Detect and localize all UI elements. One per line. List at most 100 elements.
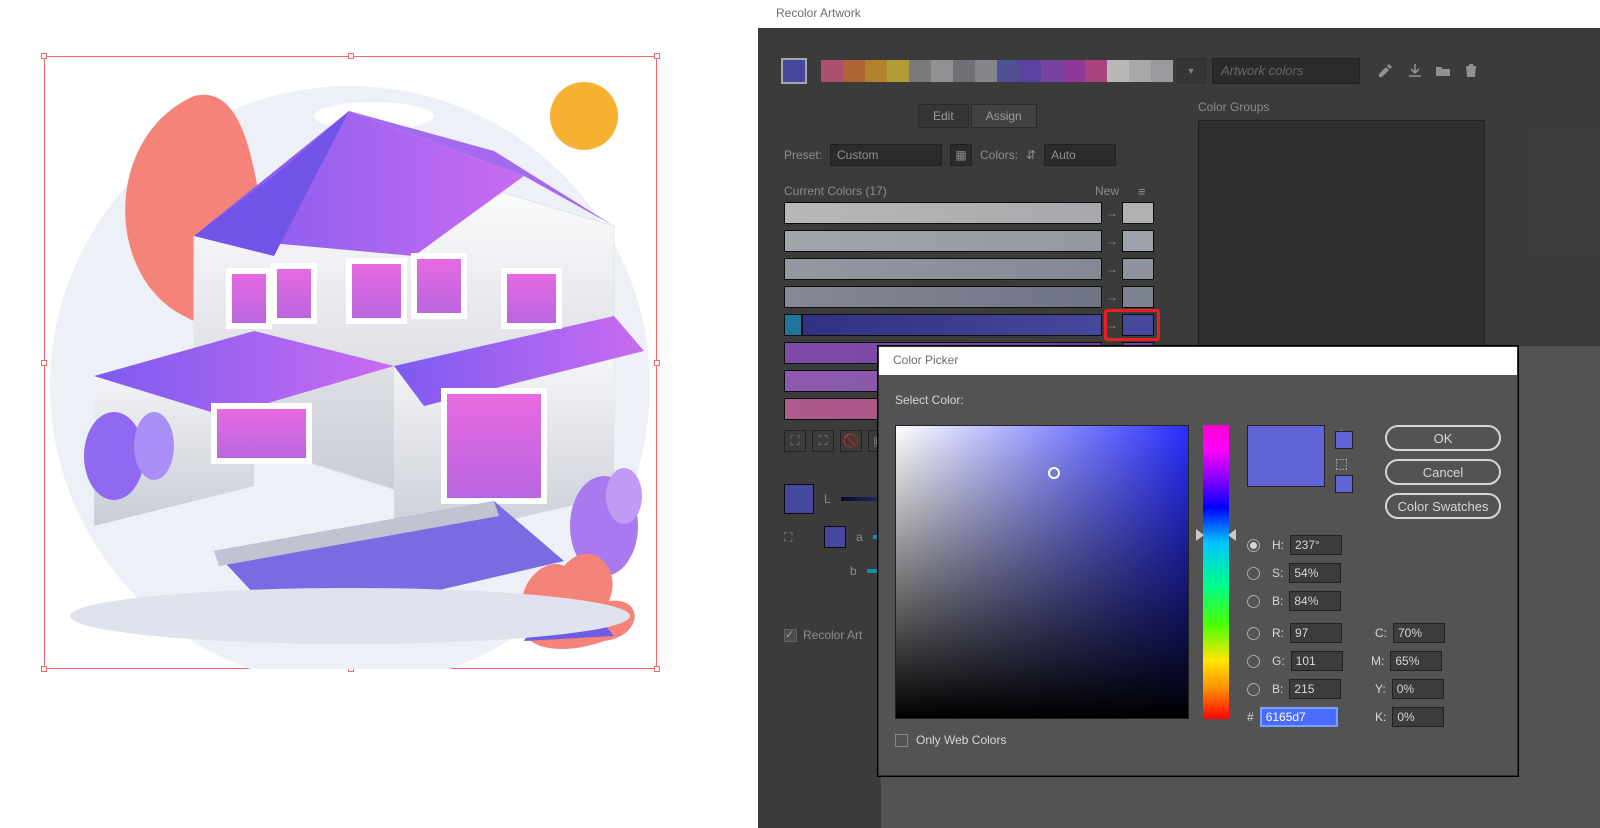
ok-button[interactable]: OK (1385, 425, 1501, 451)
gamut-swatch[interactable] (1335, 431, 1353, 449)
select-color-label: Select Color: (895, 393, 1501, 407)
checkbox-icon[interactable] (784, 629, 797, 642)
swatch[interactable] (887, 60, 909, 82)
tab-edit[interactable]: Edit (918, 104, 969, 128)
websafe-swatch[interactable] (1335, 475, 1353, 493)
hex-row: # (1247, 707, 1338, 727)
k-input[interactable] (1392, 707, 1444, 727)
websafe-cube-icon[interactable]: ⬚ (1335, 455, 1348, 472)
hue-bar[interactable] (1203, 425, 1229, 719)
arrow-icon: → (1106, 290, 1118, 304)
preset-options-icon[interactable]: ▦ (950, 144, 972, 166)
cancel-button[interactable]: Cancel (1385, 459, 1501, 485)
house-illustration (44, 56, 657, 669)
picker-title: Color Picker (879, 347, 1517, 375)
only-web-colors-checkbox[interactable]: Only Web Colors (895, 733, 1006, 747)
swatch[interactable] (843, 60, 865, 82)
r-radio[interactable] (1247, 627, 1260, 640)
color-row[interactable]: → (784, 286, 1154, 308)
swatch[interactable] (1085, 60, 1107, 82)
g-row: G: (1247, 651, 1343, 671)
tabs: Edit Assign (918, 104, 1037, 128)
swatch[interactable] (1041, 60, 1063, 82)
g-input[interactable] (1291, 651, 1343, 671)
tab-assign[interactable]: Assign (971, 104, 1037, 128)
recolor-art-checkbox[interactable]: Recolor Art (784, 628, 862, 642)
eyedropper-icon[interactable] (1374, 60, 1396, 82)
exclude-icon[interactable]: 🚫 (840, 430, 862, 452)
b-radio[interactable] (1247, 595, 1260, 608)
h-radio[interactable] (1247, 539, 1260, 552)
artwork-colors-field[interactable]: Artwork colors (1212, 58, 1360, 84)
current-color-bar[interactable] (784, 286, 1102, 308)
swatch[interactable] (865, 60, 887, 82)
save-icon[interactable] (1404, 60, 1426, 82)
colors-select[interactable]: Auto (1044, 144, 1116, 166)
m-input[interactable] (1390, 651, 1442, 671)
preview-swatch (1247, 425, 1325, 487)
arrow-icon: → (1106, 206, 1118, 220)
new-color-swatch[interactable] (1122, 230, 1154, 252)
swatch[interactable] (1151, 60, 1173, 82)
swatch[interactable] (997, 60, 1019, 82)
c-input[interactable] (1393, 623, 1445, 643)
selection-bounds[interactable] (44, 56, 657, 669)
active-color-swatch[interactable] (781, 58, 807, 84)
s-input[interactable] (1289, 563, 1341, 583)
k-row: K: (1375, 707, 1444, 727)
b-row: B: (1247, 591, 1341, 611)
preset-label: Preset: (784, 148, 822, 162)
swatch[interactable] (909, 60, 931, 82)
current-color-bar[interactable] (802, 314, 1102, 336)
current-color-bar[interactable] (784, 230, 1102, 252)
y-input[interactable] (1392, 679, 1444, 699)
b-input[interactable] (1289, 591, 1341, 611)
s-radio[interactable] (1247, 567, 1260, 580)
trash-icon[interactable] (1460, 60, 1482, 82)
swatch[interactable] (931, 60, 953, 82)
new-colors-label: New (1095, 184, 1119, 198)
y-row: Y: (1375, 679, 1444, 699)
row-tools: ⛶ ⛶ 🚫 ▣ (784, 430, 890, 452)
swatch[interactable] (1129, 60, 1151, 82)
folder-icon[interactable] (1432, 60, 1454, 82)
r-input[interactable] (1290, 623, 1342, 643)
bch-input[interactable] (1289, 679, 1341, 699)
color-row[interactable]: → (784, 202, 1154, 224)
canvas-area[interactable] (0, 0, 758, 828)
swatch-strip[interactable] (821, 60, 1173, 82)
hex-input[interactable] (1260, 707, 1338, 727)
current-color-bar[interactable] (784, 202, 1102, 224)
swatch[interactable] (1107, 60, 1129, 82)
current-colors-label: Current Colors (17) (784, 184, 887, 198)
current-color-bar[interactable] (784, 258, 1102, 280)
swatch[interactable] (821, 60, 843, 82)
preset-select[interactable]: Custom (830, 144, 942, 166)
sb-picker-circle[interactable] (1048, 467, 1060, 479)
c-row: C: (1375, 623, 1445, 643)
colors-stepper-icon[interactable]: ⇵ (1026, 148, 1036, 162)
bch-row: B: (1247, 679, 1341, 699)
merge-icon[interactable]: ⛶ (812, 430, 834, 452)
color-row[interactable]: → (784, 230, 1154, 252)
new-color-swatch[interactable] (1122, 202, 1154, 224)
color-row[interactable]: → (784, 314, 1154, 336)
row-menu-icon[interactable]: ≡ (1138, 184, 1146, 199)
new-color-swatch[interactable] (1122, 286, 1154, 308)
highlight-box (1104, 309, 1160, 341)
new-color-swatch[interactable] (1122, 258, 1154, 280)
swatch[interactable] (1019, 60, 1041, 82)
swatch-menu-button[interactable]: ▾ (1176, 58, 1206, 84)
swatch[interactable] (975, 60, 997, 82)
h-input[interactable] (1290, 535, 1342, 555)
bch-radio[interactable] (1247, 683, 1260, 696)
swatch[interactable] (1063, 60, 1085, 82)
saturation-brightness-field[interactable] (895, 425, 1189, 719)
color-swatches-button[interactable]: Color Swatches (1385, 493, 1501, 519)
color-row[interactable]: → (784, 258, 1154, 280)
separate-icon[interactable]: ⛶ (784, 430, 806, 452)
recolor-title: Recolor Artwork (758, 0, 1600, 28)
checkbox-icon[interactable] (895, 734, 908, 747)
swatch[interactable] (953, 60, 975, 82)
g-radio[interactable] (1247, 655, 1260, 668)
